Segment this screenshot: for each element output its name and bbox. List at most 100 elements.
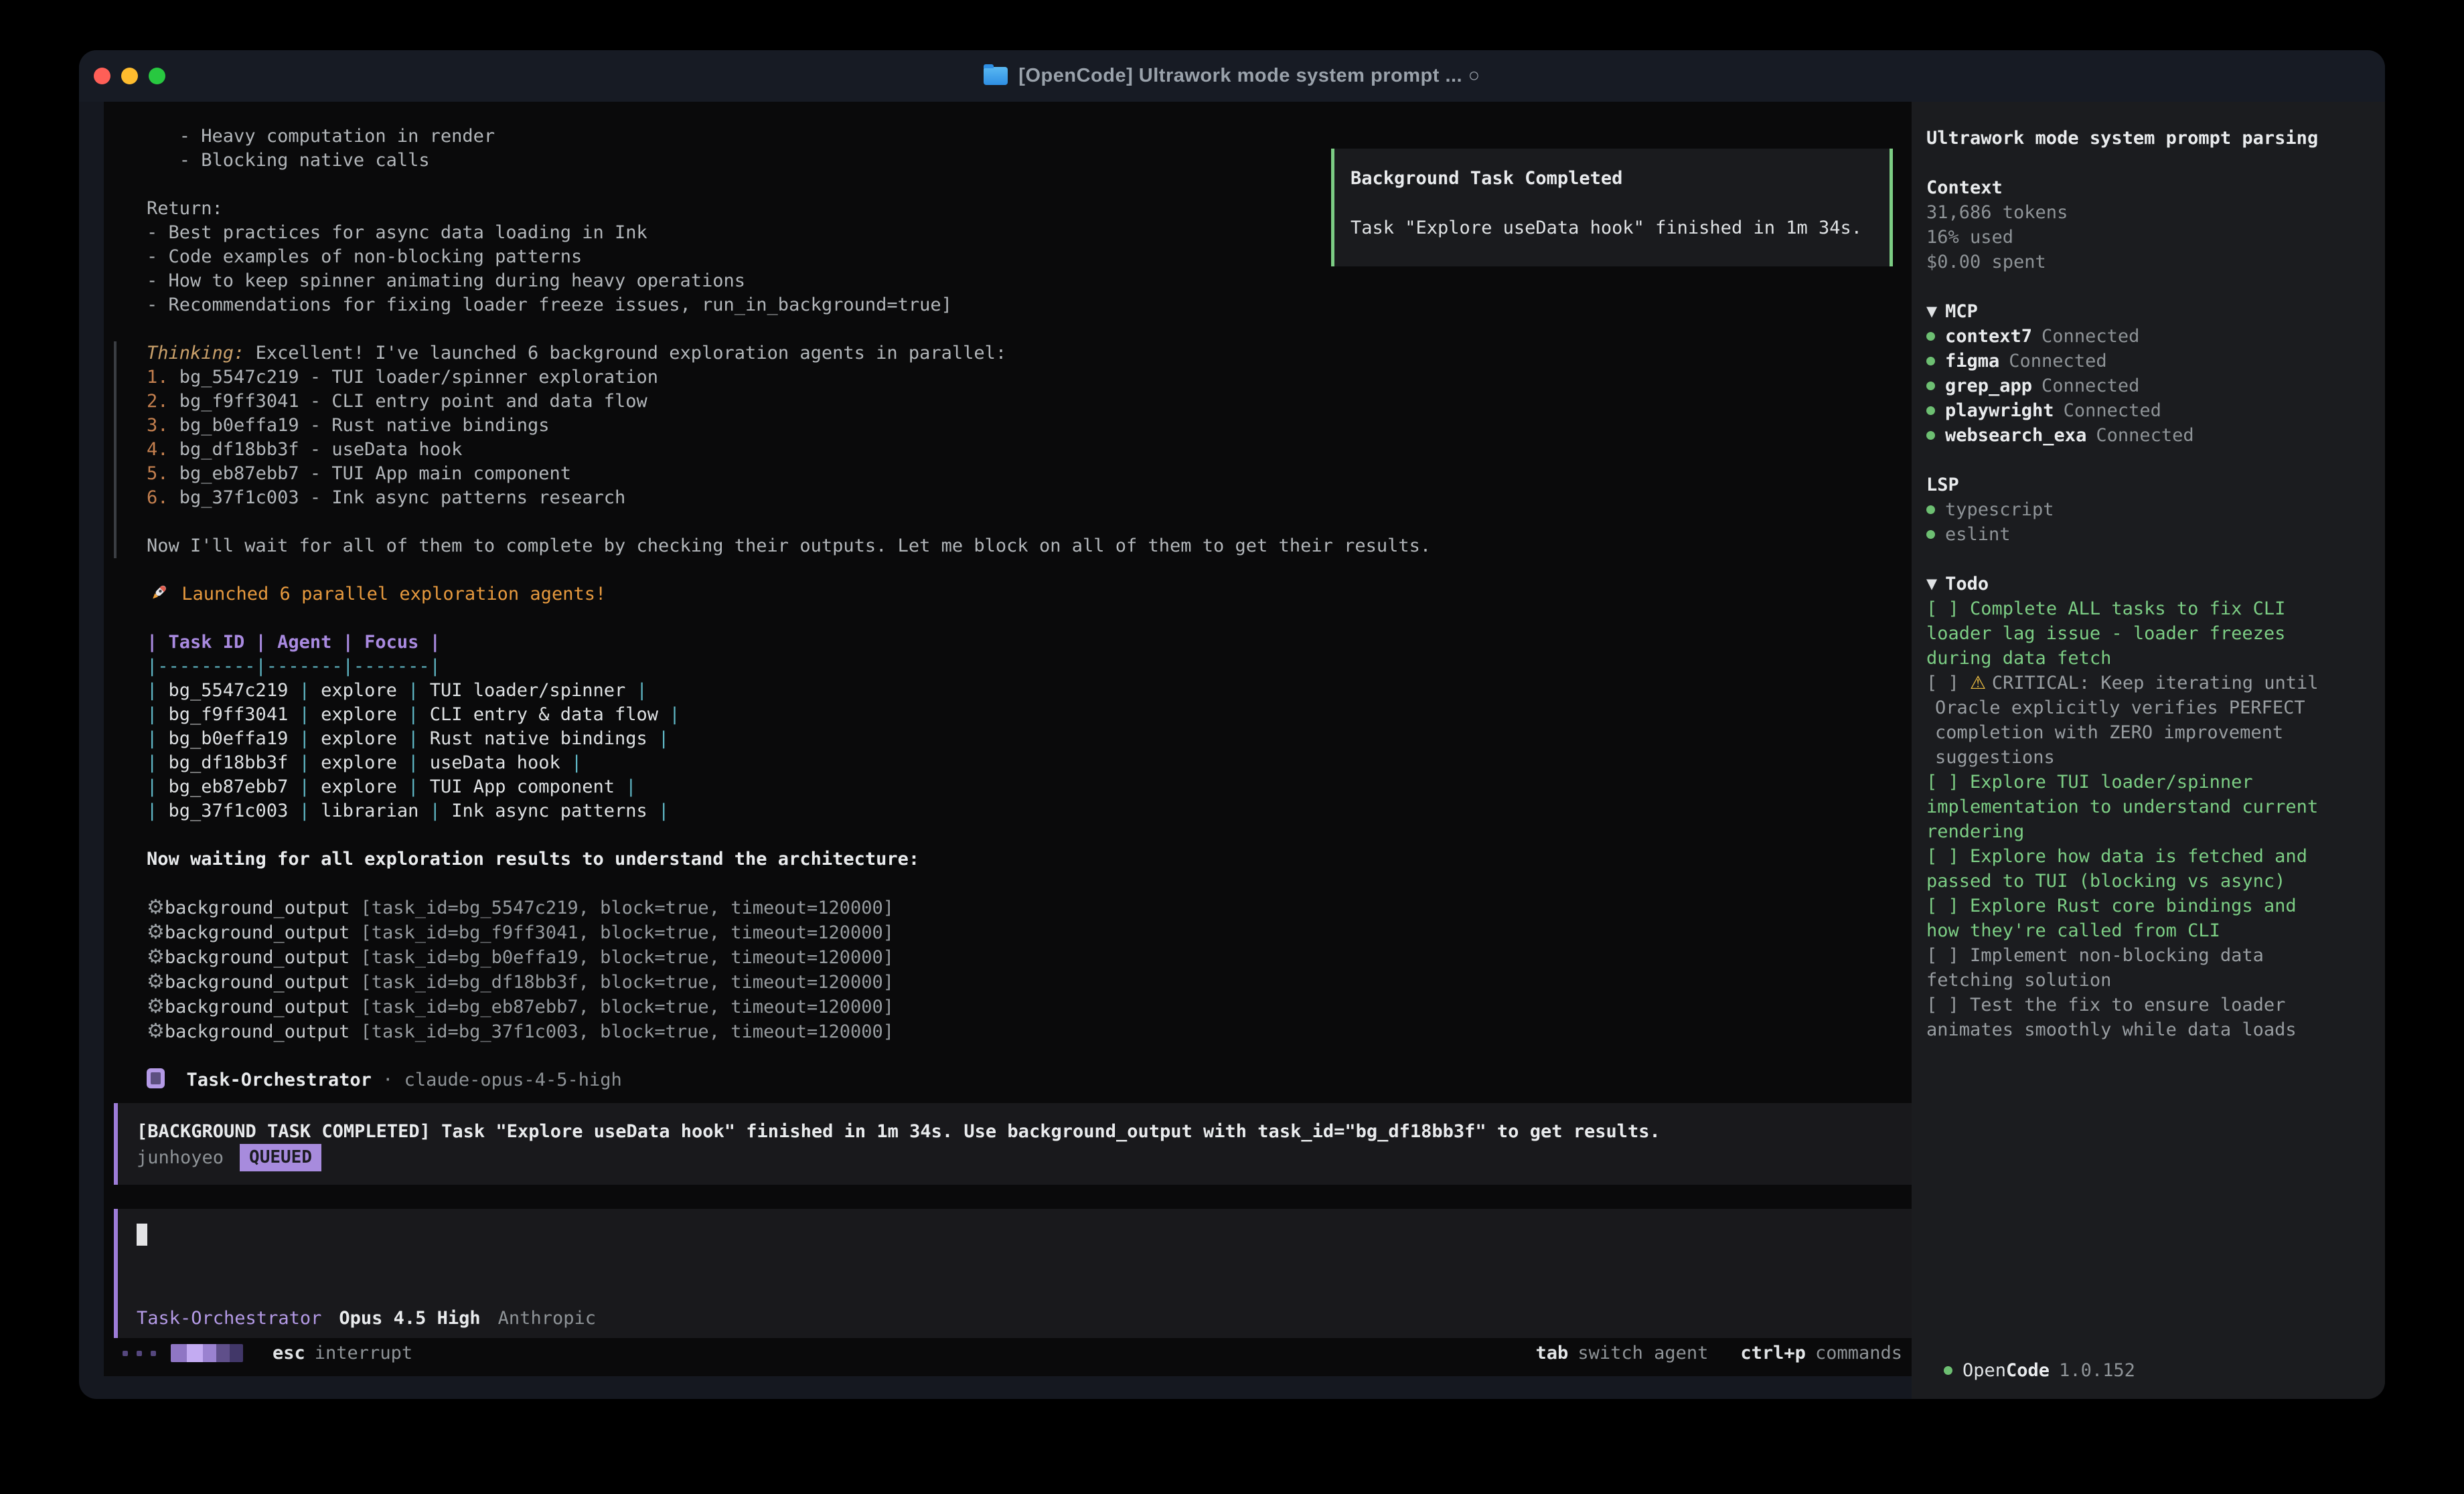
- app-version: 1.0.152: [2059, 1358, 2135, 1383]
- text-segment: Task-Orchestrator: [165, 1070, 372, 1090]
- text-segment: ⚙: [147, 1019, 165, 1043]
- text-segment: - Heavy computation in render: [147, 126, 495, 147]
- sidebar-footer: OpenCode 1.0.152: [1926, 1358, 2385, 1383]
- todo-text: Complete ALL tasks to fix CLI loader lag…: [1926, 598, 2297, 669]
- terminal-line: 4. bg_df18bb3f - useData hook: [114, 438, 1912, 462]
- status-dot-icon: [1926, 406, 1935, 415]
- text-segment: 2.: [147, 391, 179, 412]
- minimize-button[interactable]: [121, 68, 138, 84]
- background-task-completed-panel: [BACKGROUND TASK COMPLETED] Task "Explor…: [114, 1103, 1912, 1185]
- terminal-line: 3. bg_b0effa19 - Rust native bindings: [114, 414, 1912, 438]
- status-dot-icon: [1926, 382, 1935, 390]
- todo-checkbox: [ ]: [1926, 772, 1970, 793]
- todo-text: Test the fix to ensure loader animates s…: [1926, 995, 2297, 1040]
- sidebar: Ultrawork mode system prompt parsing Con…: [1912, 102, 2385, 1399]
- mcp-name: context7: [1945, 324, 2032, 349]
- prompt-input[interactable]: Task-Orchestrator Opus 4.5 High Anthropi…: [114, 1209, 1912, 1338]
- status-dot-icon: [1926, 357, 1935, 365]
- todo-section-header[interactable]: ▼ Todo: [1926, 572, 2385, 596]
- terminal-pane[interactable]: - Heavy computation in render - Blocking…: [104, 102, 1912, 1376]
- text-segment: bg_f9ff3041: [169, 704, 289, 725]
- context-used: 16% used: [1926, 225, 2385, 250]
- mcp-item: context7 Connected: [1926, 324, 2385, 349]
- text-segment: |: [147, 776, 169, 797]
- text-segment: bg_5547c219 - TUI loader/spinner explora…: [179, 367, 658, 388]
- terminal-line: [104, 823, 1912, 847]
- window-title: [OpenCode] Ultrawork mode system prompt …: [1018, 65, 1480, 87]
- spinner-dot: [123, 1351, 128, 1356]
- spinner-dot: [137, 1351, 142, 1356]
- text-segment: |: [625, 680, 647, 701]
- text-segment: 1.: [147, 367, 179, 388]
- status-dot-icon: [1944, 1366, 1952, 1375]
- esc-action-label: interrupt: [315, 1343, 412, 1363]
- text-segment: Now waiting for all exploration results …: [147, 849, 919, 869]
- spinner-dots: [123, 1351, 156, 1356]
- terminal-line: - Heavy computation in render: [104, 124, 1912, 149]
- terminal-line: | bg_df18bb3f | explore | useData hook |: [104, 751, 1912, 775]
- terminal-line: ⚙background_output [task_id=bg_eb87ebb7,…: [104, 995, 1912, 1019]
- chevron-down-icon: ▼: [1926, 572, 1937, 596]
- text-segment: [task_id=bg_df18bb3f, block=true, timeou…: [361, 972, 895, 993]
- terminal-line: | bg_eb87ebb7 | explore | TUI App compon…: [104, 775, 1912, 799]
- text-segment: bg_b0effa19 - Rust native bindings: [179, 415, 550, 436]
- spinner-segment: [230, 1344, 243, 1362]
- completed-message: [BACKGROUND TASK COMPLETED] Task "Explor…: [137, 1119, 1893, 1144]
- text-segment: |: [288, 728, 321, 749]
- terminal-line: [104, 317, 1912, 341]
- text-segment: bg_b0effa19: [169, 728, 289, 749]
- todo-checkbox: [ ]: [1926, 673, 1970, 693]
- text-segment: Return:: [147, 198, 223, 219]
- background-task-toast[interactable]: Background Task Completed Task "Explore …: [1331, 149, 1893, 266]
- ctrlp-key-hint: ctrl+p: [1740, 1343, 1806, 1363]
- text-segment: |: [147, 704, 169, 725]
- text-segment: |---------|-------|-------|: [147, 656, 441, 677]
- spacer: [1926, 151, 2385, 175]
- status-left: esc interrupt: [123, 1343, 412, 1363]
- terminal-line: ⚙background_output [task_id=bg_df18bb3f,…: [104, 970, 1912, 995]
- terminal-line: |---------|-------|-------|: [104, 655, 1912, 679]
- text-segment: - Recommendations for fixing loader free…: [147, 295, 952, 315]
- text-segment: |: [560, 752, 583, 773]
- provider-name: Anthropic: [498, 1308, 596, 1329]
- terminal-line: Now I'll wait for all of them to complet…: [114, 534, 1912, 558]
- text-segment: librarian: [321, 801, 418, 821]
- ctrlp-action-label: commands: [1815, 1343, 1902, 1363]
- terminal-line: [104, 558, 1912, 582]
- terminal-line: - How to keep spinner animating during h…: [104, 269, 1912, 293]
- text-segment: |: [147, 801, 169, 821]
- folder-icon: [984, 67, 1008, 85]
- text-segment: Rust native bindings: [430, 728, 647, 749]
- terminal-line: | Task ID | Agent | Focus |: [104, 631, 1912, 655]
- text-segment: |: [147, 728, 169, 749]
- terminal-line: 1. bg_5547c219 - TUI loader/spinner expl…: [114, 365, 1912, 390]
- spinner-segment: [203, 1344, 216, 1362]
- todo-text: Explore TUI loader/spinner implementatio…: [1926, 772, 2329, 842]
- tab-action-label: switch agent: [1577, 1343, 1708, 1363]
- close-button[interactable]: [94, 68, 110, 84]
- text-segment: 3.: [147, 415, 179, 436]
- username: junhoyeo: [137, 1145, 224, 1170]
- text-segment: ⚙: [147, 995, 165, 1018]
- text-segment: |: [397, 728, 430, 749]
- text-segment: [task_id=bg_eb87ebb7, block=true, timeou…: [361, 997, 895, 1017]
- mcp-name: playwright: [1945, 398, 2054, 423]
- titlebar[interactable]: [OpenCode] Ultrawork mode system prompt …: [79, 50, 2385, 102]
- text-segment: |: [397, 752, 430, 773]
- text-segment: Ink async patterns: [451, 801, 647, 821]
- mcp-status: Connected: [2042, 324, 2139, 349]
- mcp-item: websearch_exaConnected: [1926, 423, 2385, 448]
- todo-item: [ ] ⚠ CRITICAL: Keep iterating until Ora…: [1926, 671, 2335, 770]
- zoom-button[interactable]: [149, 68, 165, 84]
- terminal-line: [104, 1044, 1912, 1068]
- session-title: Ultrawork mode system prompt parsing: [1926, 126, 2385, 151]
- text-segment: bg_37f1c003 - Ink async patterns researc…: [179, 487, 625, 508]
- terminal-line: ⚙background_output [task_id=bg_b0effa19,…: [104, 945, 1912, 970]
- text-segment: Now I'll wait for all of them to complet…: [147, 535, 1431, 556]
- esc-key-hint: esc: [273, 1343, 305, 1363]
- mcp-heading: MCP: [1945, 299, 1978, 324]
- brand-code: Code: [2006, 1358, 2050, 1383]
- todo-checkbox: [ ]: [1926, 995, 1970, 1015]
- mcp-section-header[interactable]: ▼ MCP: [1926, 299, 2385, 324]
- todo-item: [ ] Implement non-blocking data fetching…: [1926, 943, 2335, 993]
